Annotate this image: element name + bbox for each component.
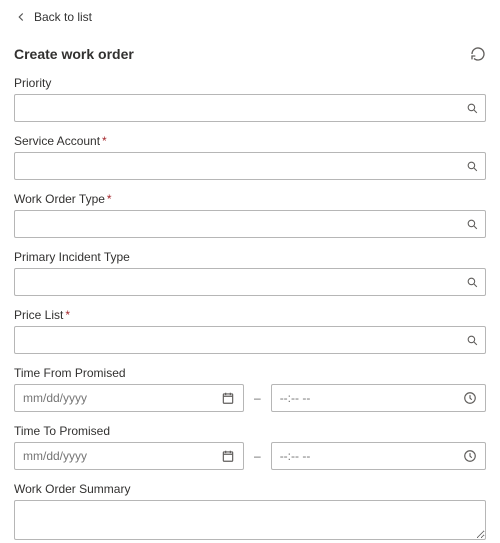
- time-to-time-picker-button[interactable]: [461, 449, 479, 463]
- time-from-label: Time From Promised: [14, 366, 486, 380]
- work-order-type-input[interactable]: [15, 211, 459, 237]
- service-account-search-button[interactable]: [459, 160, 485, 173]
- work-order-type-label: Work Order Type*: [14, 192, 486, 206]
- search-icon: [466, 102, 479, 115]
- time-to-date-box[interactable]: [14, 442, 244, 470]
- back-label: Back to list: [34, 10, 92, 24]
- primary-incident-type-field: Primary Incident Type: [14, 250, 486, 296]
- service-account-lookup[interactable]: [14, 152, 486, 180]
- priority-field: Priority: [14, 76, 486, 122]
- priority-label: Priority: [14, 76, 486, 90]
- priority-search-button[interactable]: [459, 102, 485, 115]
- required-marker: *: [102, 134, 107, 148]
- calendar-icon: [221, 449, 235, 463]
- price-list-search-button[interactable]: [459, 334, 485, 347]
- priority-input[interactable]: [15, 95, 459, 121]
- time-to-label: Time To Promised: [14, 424, 486, 438]
- header-row: Create work order: [14, 46, 486, 62]
- calendar-icon: [221, 391, 235, 405]
- work-order-type-lookup[interactable]: [14, 210, 486, 238]
- page-title: Create work order: [14, 46, 134, 62]
- arrow-left-icon: [14, 10, 28, 24]
- primary-incident-type-label: Primary Incident Type: [14, 250, 486, 264]
- summary-textarea[interactable]: [14, 500, 486, 540]
- clock-icon: [463, 449, 477, 463]
- time-from-time-box[interactable]: [271, 384, 486, 412]
- time-to-separator: –: [252, 449, 263, 463]
- primary-incident-type-search-button[interactable]: [459, 276, 485, 289]
- price-list-input[interactable]: [15, 327, 459, 353]
- search-icon: [466, 218, 479, 231]
- time-to-field: Time To Promised –: [14, 424, 486, 470]
- summary-field: Work Order Summary: [14, 482, 486, 543]
- time-to-date-input[interactable]: [23, 449, 219, 463]
- time-from-time-picker-button[interactable]: [461, 391, 479, 405]
- time-to-time-box[interactable]: [271, 442, 486, 470]
- time-from-field: Time From Promised –: [14, 366, 486, 412]
- required-marker: *: [65, 308, 70, 322]
- back-to-list-link[interactable]: Back to list: [14, 10, 92, 24]
- time-from-time-input[interactable]: [280, 391, 461, 405]
- priority-lookup[interactable]: [14, 94, 486, 122]
- price-list-lookup[interactable]: [14, 326, 486, 354]
- time-to-date-picker-button[interactable]: [219, 449, 237, 463]
- work-order-type-field: Work Order Type*: [14, 192, 486, 238]
- search-icon: [466, 160, 479, 173]
- service-account-label: Service Account*: [14, 134, 486, 148]
- price-list-field: Price List*: [14, 308, 486, 354]
- time-from-date-picker-button[interactable]: [219, 391, 237, 405]
- primary-incident-type-input[interactable]: [15, 269, 459, 295]
- time-to-time-input[interactable]: [280, 449, 461, 463]
- service-account-input[interactable]: [15, 153, 459, 179]
- required-marker: *: [107, 192, 112, 206]
- time-from-date-box[interactable]: [14, 384, 244, 412]
- time-from-date-input[interactable]: [23, 391, 219, 405]
- refresh-button[interactable]: [470, 46, 486, 62]
- primary-incident-type-lookup[interactable]: [14, 268, 486, 296]
- summary-label: Work Order Summary: [14, 482, 486, 496]
- price-list-label: Price List*: [14, 308, 486, 322]
- refresh-icon: [470, 46, 486, 62]
- time-from-separator: –: [252, 391, 263, 405]
- service-account-field: Service Account*: [14, 134, 486, 180]
- search-icon: [466, 276, 479, 289]
- clock-icon: [463, 391, 477, 405]
- work-order-type-search-button[interactable]: [459, 218, 485, 231]
- search-icon: [466, 334, 479, 347]
